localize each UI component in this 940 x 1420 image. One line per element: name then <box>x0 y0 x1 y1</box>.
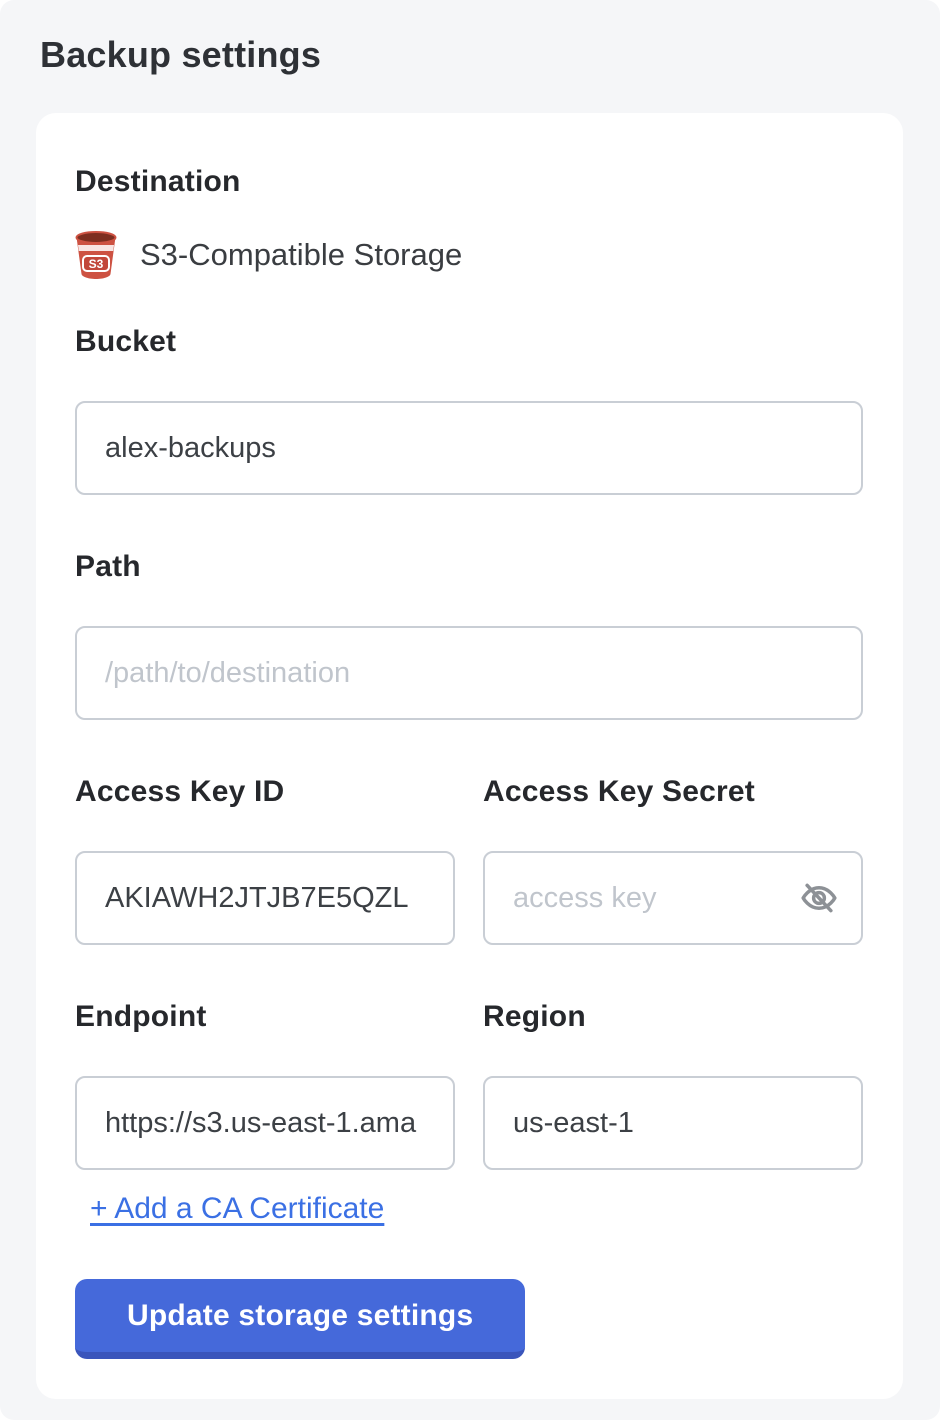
eye-off-icon <box>800 879 838 917</box>
endpoint-label: Endpoint <box>75 1000 455 1034</box>
page-title: Backup settings <box>0 0 940 76</box>
access-key-secret-wrap <box>483 851 863 945</box>
region-label: Region <box>483 1000 863 1034</box>
region-input[interactable] <box>483 1076 863 1170</box>
endpoint-region-inputs-row <box>75 1076 863 1170</box>
backup-settings-card: Destination S3 S3-Compatible Storage Buc… <box>36 113 903 1399</box>
submit-row: Update storage settings <box>75 1226 863 1359</box>
update-storage-settings-button[interactable]: Update storage settings <box>75 1279 525 1359</box>
s3-bucket-icon: S3 <box>75 231 117 279</box>
access-key-secret-label: Access Key Secret <box>483 775 863 809</box>
endpoint-region-labels-row: Endpoint Region <box>75 1000 863 1076</box>
path-label: Path <box>75 550 863 584</box>
path-input[interactable] <box>75 626 863 720</box>
path-field: Path <box>75 550 863 720</box>
svg-text:S3: S3 <box>89 257 104 271</box>
bucket-input[interactable] <box>75 401 863 495</box>
destination-value: S3-Compatible Storage <box>140 237 462 273</box>
toggle-secret-visibility-button[interactable] <box>799 878 839 918</box>
access-key-id-input[interactable] <box>75 851 455 945</box>
access-key-labels-row: Access Key ID Access Key Secret <box>75 775 863 851</box>
endpoint-input[interactable] <box>75 1076 455 1170</box>
access-key-id-label: Access Key ID <box>75 775 455 809</box>
access-key-inputs-row <box>75 851 863 945</box>
destination-label: Destination <box>75 165 863 199</box>
add-ca-certificate-link[interactable]: + Add a CA Certificate <box>90 1192 384 1226</box>
destination-row: S3 S3-Compatible Storage <box>75 231 863 279</box>
bucket-field: Bucket <box>75 325 863 495</box>
bucket-label: Bucket <box>75 325 863 359</box>
backup-settings-page: Backup settings Destination S3 S3-Compat… <box>0 0 940 1420</box>
